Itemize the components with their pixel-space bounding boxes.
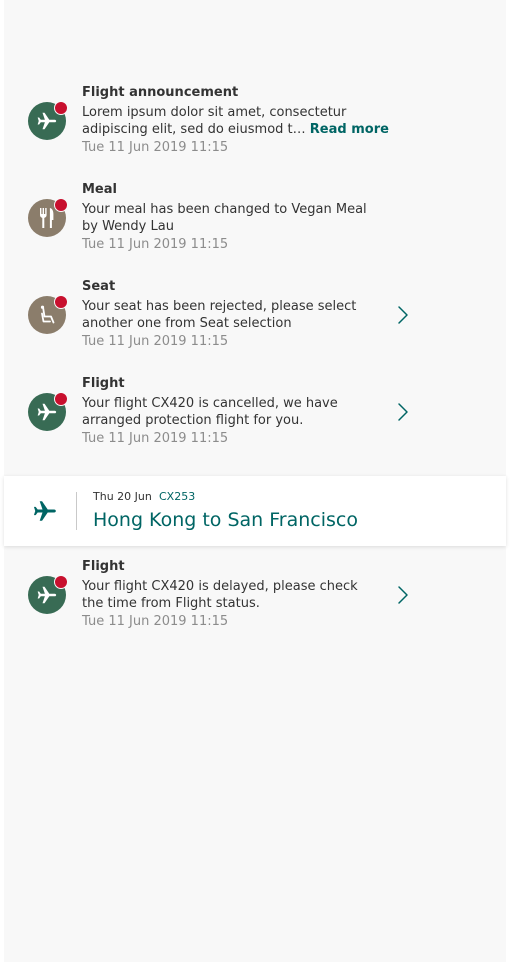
- divider: [76, 492, 77, 530]
- chevron-right-icon[interactable]: [397, 305, 409, 325]
- notification-body: Your seat has been rejected, please sele…: [82, 299, 357, 331]
- unread-dot: [54, 575, 68, 589]
- notification-avatar: [28, 392, 68, 431]
- notification-title: Flight: [82, 559, 125, 574]
- notification-avatar: [28, 575, 68, 614]
- trip-date: Thu 20 Jun: [93, 490, 152, 503]
- notification-avatar: [28, 101, 68, 140]
- airplane-icon: [37, 403, 57, 421]
- unread-dot: [54, 295, 68, 309]
- notification-time: Tue 11 Jun 2019 11:15: [82, 334, 229, 349]
- trip-flight-number: CX253: [159, 490, 196, 503]
- notification-time: Tue 11 Jun 2019 11:15: [82, 140, 229, 155]
- notification-item-flight-delayed[interactable]: Flight Your flight CX420 is delayed, ple…: [4, 558, 506, 632]
- airplane-icon: [33, 501, 56, 521]
- unread-dot: [54, 198, 68, 212]
- airplane-icon: [37, 586, 57, 604]
- trip-header-card[interactable]: Thu 20 Jun CX253 Hong Kong to San Franci…: [4, 476, 506, 546]
- seat-icon: [40, 305, 55, 324]
- notification-screen: Flight announcement Lorem ipsum dolor si…: [4, 0, 506, 962]
- trip-route: Hong Kong to San Francisco: [93, 509, 358, 531]
- notification-avatar: [28, 295, 68, 334]
- notification-time: Tue 11 Jun 2019 11:15: [82, 431, 229, 446]
- unread-dot: [54, 392, 68, 406]
- unread-dot: [54, 101, 68, 115]
- notification-time: Tue 11 Jun 2019 11:15: [82, 614, 229, 629]
- notification-title: Flight announcement: [82, 85, 239, 100]
- notification-text: Lorem ipsum dolor sit amet, consectetur …: [82, 105, 347, 137]
- chevron-right-icon[interactable]: [397, 585, 409, 605]
- fork-knife-icon: [40, 208, 54, 228]
- read-more-link[interactable]: Read more: [310, 122, 389, 137]
- notification-title: Meal: [82, 182, 117, 197]
- notification-item-meal[interactable]: Meal Your meal has been changed to Vegan…: [4, 181, 506, 255]
- notification-time: Tue 11 Jun 2019 11:15: [82, 237, 229, 252]
- notification-title: Seat: [82, 279, 116, 294]
- chevron-right-icon[interactable]: [397, 402, 409, 422]
- notification-body: Your flight CX420 is delayed, please che…: [82, 579, 358, 611]
- notification-body: Your meal has been changed to Vegan Meal…: [82, 202, 367, 234]
- airplane-icon: [37, 112, 57, 130]
- notification-body: Lorem ipsum dolor sit amet, consectetur …: [82, 104, 392, 138]
- notification-body: Your flight CX420 is cancelled, we have …: [82, 396, 338, 428]
- notification-title: Flight: [82, 376, 125, 391]
- notification-avatar: [28, 198, 68, 237]
- notification-item-flight-cancelled[interactable]: Flight Your flight CX420 is cancelled, w…: [4, 375, 506, 449]
- notification-item-flight-announcement[interactable]: Flight announcement Lorem ipsum dolor si…: [4, 84, 506, 158]
- notification-item-seat[interactable]: Seat Your seat has been rejected, please…: [4, 278, 506, 352]
